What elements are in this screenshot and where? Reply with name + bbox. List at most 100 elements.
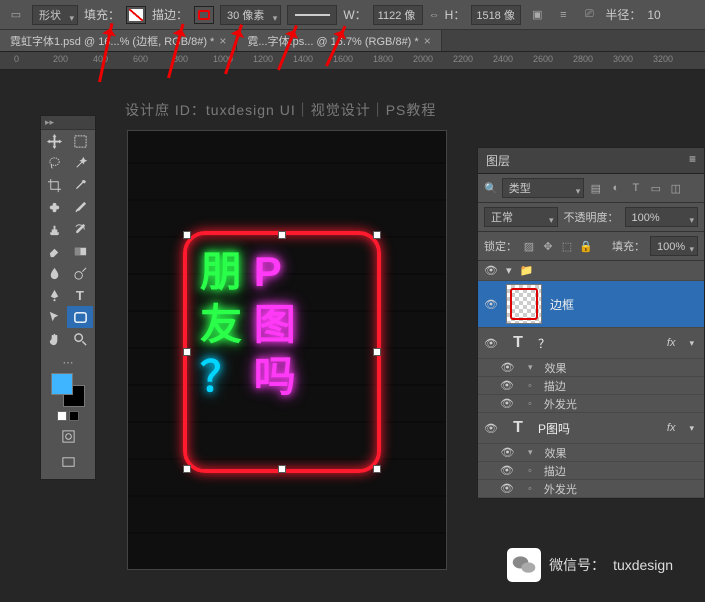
layers-panel-header[interactable]: 图层≡ bbox=[478, 148, 704, 174]
visibility-icon[interactable]: 👁 bbox=[501, 446, 515, 459]
transform-handle[interactable] bbox=[373, 465, 381, 473]
visibility-icon[interactable]: 👁 bbox=[484, 337, 498, 350]
foreground-color-swatch[interactable] bbox=[51, 373, 73, 395]
shape-mode-dropdown[interactable]: 形状 bbox=[32, 5, 78, 25]
close-icon[interactable]: × bbox=[424, 34, 431, 48]
fill-swatch[interactable] bbox=[126, 6, 146, 24]
transform-handle[interactable] bbox=[183, 465, 191, 473]
move-tool[interactable] bbox=[41, 130, 67, 152]
radius-value[interactable]: 10 bbox=[647, 8, 660, 22]
quickmask-icon[interactable] bbox=[55, 425, 81, 447]
filter-type-dropdown[interactable]: 类型 bbox=[502, 178, 585, 198]
layer-name[interactable]: P图吗 bbox=[538, 420, 659, 437]
pathops-combine-icon[interactable]: ▣ bbox=[527, 5, 547, 25]
zoom-tool[interactable] bbox=[67, 328, 93, 350]
magic-wand-tool[interactable] bbox=[67, 152, 93, 174]
layer-thumbnail[interactable] bbox=[506, 284, 542, 324]
canvas[interactable]: 朋 P 友 图 ？ 吗 bbox=[127, 130, 447, 570]
ruler-mark: 1600 bbox=[333, 54, 353, 64]
layer-effect-stroke[interactable]: 👁描边 bbox=[478, 462, 704, 480]
layer-group-row[interactable]: 👁 ▾ 📁 bbox=[478, 261, 704, 281]
layer-name[interactable]: 边框 bbox=[550, 296, 698, 313]
rectangle-tool[interactable] bbox=[67, 306, 93, 328]
eyedropper-tool[interactable] bbox=[67, 174, 93, 196]
visibility-icon[interactable]: 👁 bbox=[484, 264, 498, 277]
transform-handle[interactable] bbox=[278, 465, 286, 473]
pen-tool[interactable] bbox=[41, 284, 67, 306]
healing-brush-tool[interactable] bbox=[41, 196, 67, 218]
fx-badge[interactable]: fx bbox=[667, 337, 676, 349]
fill-opacity-input[interactable]: 100% bbox=[650, 236, 698, 256]
pathops-arrange-icon[interactable]: ⎚ bbox=[579, 5, 599, 25]
opacity-input[interactable]: 100% bbox=[625, 207, 699, 227]
visibility-icon[interactable]: 👁 bbox=[500, 397, 514, 410]
close-icon[interactable]: × bbox=[219, 34, 226, 48]
clone-stamp-tool[interactable] bbox=[41, 218, 67, 240]
brush-tool[interactable] bbox=[67, 196, 93, 218]
transform-handle[interactable] bbox=[373, 231, 381, 239]
visibility-icon[interactable]: 👁 bbox=[484, 298, 498, 311]
hand-tool[interactable] bbox=[41, 328, 67, 350]
marquee-tool[interactable] bbox=[67, 130, 93, 152]
transform-handle[interactable] bbox=[183, 231, 191, 239]
history-brush-tool[interactable] bbox=[67, 218, 93, 240]
eraser-tool[interactable] bbox=[41, 240, 67, 262]
filter-pixel-icon[interactable]: ▤ bbox=[588, 181, 603, 196]
fg-bg-colors[interactable] bbox=[51, 373, 85, 407]
layer-row-border[interactable]: 👁 边框 bbox=[478, 281, 704, 328]
filter-type-icon[interactable]: T bbox=[628, 181, 643, 196]
height-input[interactable]: 1518 像 bbox=[471, 5, 521, 25]
visibility-icon[interactable]: 👁 bbox=[500, 464, 514, 477]
visibility-icon[interactable]: 👁 bbox=[500, 379, 514, 392]
layer-effect-outerglow[interactable]: 👁外发光 bbox=[478, 480, 704, 498]
lock-artboard-icon[interactable]: ⬚ bbox=[560, 239, 574, 253]
transform-handle[interactable] bbox=[183, 348, 191, 356]
filter-shape-icon[interactable]: ▭ bbox=[648, 181, 663, 196]
lasso-tool[interactable] bbox=[41, 152, 67, 174]
lock-all-icon[interactable]: 🔒 bbox=[579, 239, 593, 253]
visibility-icon[interactable]: 👁 bbox=[501, 361, 515, 374]
layer-list: 👁 ▾ 📁 👁 边框 👁 T ？ fx▾ 👁效果 👁描边 👁外发光 👁 T bbox=[478, 261, 704, 498]
wechat-icon bbox=[507, 548, 541, 582]
screenmode-icon[interactable] bbox=[55, 451, 81, 473]
transform-handle[interactable] bbox=[373, 348, 381, 356]
type-tool[interactable]: T bbox=[67, 284, 93, 306]
fx-badge[interactable]: fx bbox=[667, 422, 676, 434]
transform-handle[interactable] bbox=[278, 231, 286, 239]
blend-mode-dropdown[interactable]: 正常 bbox=[484, 207, 558, 227]
layer-effect-outerglow[interactable]: 👁外发光 bbox=[478, 395, 704, 413]
stroke-size-dropdown[interactable]: 30 像素 bbox=[220, 5, 281, 25]
blur-tool[interactable] bbox=[41, 262, 67, 284]
panel-menu-icon[interactable]: ≡ bbox=[689, 152, 696, 169]
ruler-mark: 1400 bbox=[293, 54, 313, 64]
toolbox-header[interactable]: ▸▸ bbox=[41, 116, 95, 130]
ruler-mark: 0 bbox=[14, 54, 19, 64]
layer-effects-header[interactable]: 👁效果 bbox=[478, 444, 704, 462]
layer-row-question[interactable]: 👁 T ？ fx▾ bbox=[478, 328, 704, 359]
crop-tool[interactable] bbox=[41, 174, 67, 196]
visibility-icon[interactable]: 👁 bbox=[484, 422, 498, 435]
lock-pixels-icon[interactable]: ▨ bbox=[522, 239, 536, 253]
document-tab-1[interactable]: 霓虹字体1.psd @ 16...% (边框, RGB/8#) *× bbox=[0, 30, 237, 51]
path-selection-tool[interactable] bbox=[41, 306, 67, 328]
gradient-tool[interactable] bbox=[67, 240, 93, 262]
stroke-style-dropdown[interactable] bbox=[287, 5, 337, 25]
width-input[interactable]: 1122 像 bbox=[373, 5, 423, 25]
default-colors-icon[interactable] bbox=[57, 411, 79, 421]
filter-smartobj-icon[interactable]: ◫ bbox=[668, 181, 683, 196]
layer-effect-stroke[interactable]: 👁描边 bbox=[478, 377, 704, 395]
filter-adjustment-icon[interactable]: ◐ bbox=[608, 181, 623, 196]
shape-preset-icon[interactable]: ▭ bbox=[6, 5, 26, 25]
link-wh-icon[interactable]: ⇔ bbox=[429, 9, 439, 21]
group-expand-icon[interactable]: ▾ bbox=[506, 264, 512, 277]
layer-lock-row: 锁定： ▨ ✥ ⬚ 🔒 填充： 100% bbox=[478, 232, 704, 261]
layer-blend-row: 正常 不透明度： 100% bbox=[478, 203, 704, 232]
layer-effects-header[interactable]: 👁效果 bbox=[478, 359, 704, 377]
dodge-tool[interactable] bbox=[67, 262, 93, 284]
pathops-align-icon[interactable]: ≡ bbox=[553, 5, 573, 25]
lock-position-icon[interactable]: ✥ bbox=[541, 239, 555, 253]
stroke-swatch[interactable] bbox=[194, 6, 214, 24]
visibility-icon[interactable]: 👁 bbox=[500, 482, 514, 495]
layer-name[interactable]: ？ bbox=[538, 335, 659, 352]
layer-row-ptext[interactable]: 👁 T P图吗 fx▾ bbox=[478, 413, 704, 444]
